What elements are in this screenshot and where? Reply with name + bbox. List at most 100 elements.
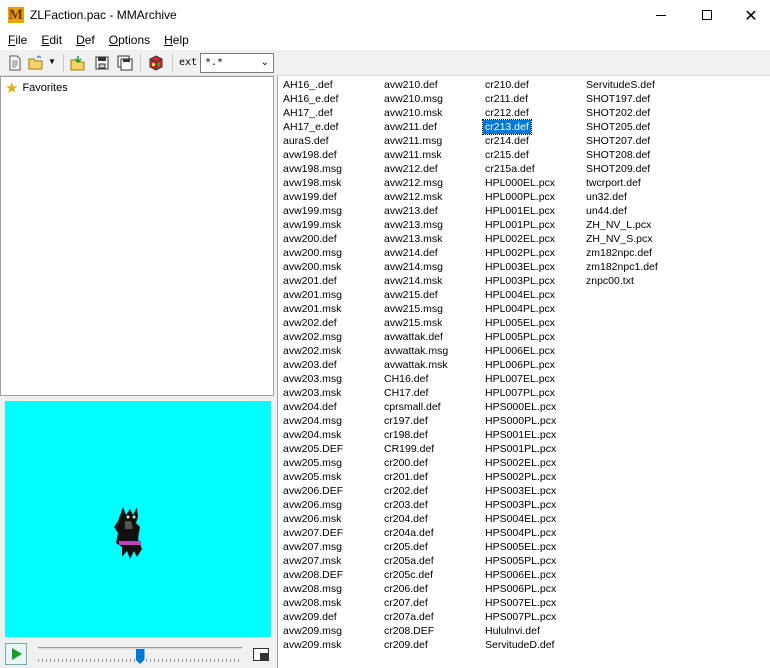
file-item[interactable]: avw211.msg <box>382 134 450 148</box>
play-button[interactable] <box>5 643 27 665</box>
file-item[interactable]: HPL001EL.pcx <box>483 204 558 218</box>
file-item[interactable]: avw199.msk <box>281 218 345 232</box>
file-item[interactable]: cr210.def <box>483 78 558 92</box>
file-item[interactable]: HPS001PL.pcx <box>483 442 558 456</box>
file-item[interactable]: HPS005PL.pcx <box>483 554 558 568</box>
file-item[interactable]: HPL004PL.pcx <box>483 302 558 316</box>
file-item[interactable]: HPS001EL.pcx <box>483 428 558 442</box>
file-item[interactable]: avw209.def <box>281 610 345 624</box>
file-item[interactable]: zm182npc1.def <box>584 260 660 274</box>
file-item[interactable]: cr202.def <box>382 484 450 498</box>
file-item[interactable]: HPL007PL.pcx <box>483 386 558 400</box>
favorites-node[interactable]: ★ Favorites <box>5 79 68 97</box>
file-item[interactable]: avw213.def <box>382 204 450 218</box>
file-item[interactable]: cr205c.def <box>382 568 450 582</box>
file-item[interactable]: HPS002EL.pcx <box>483 456 558 470</box>
file-item[interactable]: cr208.DEF <box>382 624 450 638</box>
file-item[interactable]: cr213.def <box>482 119 532 135</box>
file-item[interactable]: avw202.msg <box>281 330 345 344</box>
file-item[interactable]: avw215.msk <box>382 316 450 330</box>
file-item[interactable]: avw210.msg <box>382 92 450 106</box>
file-list[interactable]: AH16_.def AH16_e.def AH17_.def AH17_e.def au… <box>277 76 770 668</box>
file-item[interactable]: ZH_NV_S.pcx <box>584 232 660 246</box>
file-item[interactable]: HPS003PL.pcx <box>483 498 558 512</box>
file-item[interactable]: avw205.msg <box>281 456 345 470</box>
file-item[interactable]: AH17_e.def <box>281 120 345 134</box>
file-item[interactable]: Hululnvi.def <box>483 624 558 638</box>
file-item[interactable]: cr215a.def <box>483 162 558 176</box>
file-item[interactable]: HPS005EL.pcx <box>483 540 558 554</box>
file-item[interactable]: avw200.msg <box>281 246 345 260</box>
file-item[interactable]: cprsmall.def <box>382 400 450 414</box>
file-item[interactable]: avw212.msk <box>382 190 450 204</box>
file-item[interactable]: avw213.msg <box>382 218 450 232</box>
file-item[interactable]: ServitudeD.def <box>483 638 558 652</box>
file-item[interactable]: cr212.def <box>483 106 558 120</box>
file-item[interactable]: SHOT207.def <box>584 134 660 148</box>
menu-def[interactable]: Def <box>68 30 101 50</box>
file-item[interactable]: avw211.def <box>382 120 450 134</box>
file-item[interactable]: HPS000EL.pcx <box>483 400 558 414</box>
file-item[interactable]: HPL003EL.pcx <box>483 260 558 274</box>
save-all-icon[interactable] <box>117 55 133 71</box>
file-item[interactable]: un32.def <box>584 190 660 204</box>
file-item[interactable]: HPL006PL.pcx <box>483 358 558 372</box>
file-item[interactable]: HPL005PL.pcx <box>483 330 558 344</box>
file-item[interactable]: avw198.msk <box>281 176 345 190</box>
file-item[interactable]: avw209.msg <box>281 624 345 638</box>
menu-edit[interactable]: Edit <box>33 30 68 50</box>
file-item[interactable]: ZH_NV_L.pcx <box>584 218 660 232</box>
extract-icon[interactable] <box>70 55 86 71</box>
file-item[interactable]: cr201.def <box>382 470 450 484</box>
file-item[interactable]: HPL003PL.pcx <box>483 274 558 288</box>
close-button[interactable]: ✕ <box>728 0 770 30</box>
file-item[interactable]: avw201.def <box>281 274 345 288</box>
file-item[interactable]: AH16_e.def <box>281 92 345 106</box>
file-item[interactable]: avw206.msg <box>281 498 345 512</box>
file-item[interactable]: un44.def <box>584 204 660 218</box>
file-item[interactable]: HPL001PL.pcx <box>483 218 558 232</box>
file-item[interactable]: zm182npc.def <box>584 246 660 260</box>
file-item[interactable]: avw213.msk <box>382 232 450 246</box>
file-item[interactable]: avw214.def <box>382 246 450 260</box>
file-item[interactable]: avw203.msg <box>281 372 345 386</box>
file-item[interactable]: cr204a.def <box>382 526 450 540</box>
file-item[interactable]: avw205.msk <box>281 470 345 484</box>
fit-view-icon[interactable] <box>253 648 269 661</box>
file-item[interactable]: SHOT197.def <box>584 92 660 106</box>
file-item[interactable]: avw199.msg <box>281 204 345 218</box>
chevron-down-icon[interactable]: ▼ <box>48 57 56 66</box>
file-item[interactable]: avw201.msg <box>281 288 345 302</box>
file-item[interactable]: HPL000EL.pcx <box>483 176 558 190</box>
file-item[interactable]: cr214.def <box>483 134 558 148</box>
file-item[interactable]: avw210.def <box>382 78 450 92</box>
file-item[interactable]: avw203.msk <box>281 386 345 400</box>
file-item[interactable]: SHOT208.def <box>584 148 660 162</box>
file-item[interactable]: avw212.msg <box>382 176 450 190</box>
file-item[interactable]: HPS000PL.pcx <box>483 414 558 428</box>
file-item[interactable]: avw202.def <box>281 316 345 330</box>
file-item[interactable]: HPS007EL.pcx <box>483 596 558 610</box>
file-item[interactable]: cr200.def <box>382 456 450 470</box>
file-item[interactable]: avw205.DEF <box>281 442 345 456</box>
file-item[interactable]: HPS004EL.pcx <box>483 512 558 526</box>
file-item[interactable]: avw215.msg <box>382 302 450 316</box>
file-item[interactable]: SHOT205.def <box>584 120 660 134</box>
file-item[interactable]: avw209.msk <box>281 638 345 652</box>
file-item[interactable]: HPS006EL.pcx <box>483 568 558 582</box>
file-item[interactable]: cr215.def <box>483 148 558 162</box>
file-item[interactable]: cr206.def <box>382 582 450 596</box>
folder-tree[interactable]: ★ Favorites <box>0 76 274 396</box>
file-item[interactable]: cr207.def <box>382 596 450 610</box>
file-item[interactable]: cr205.def <box>382 540 450 554</box>
file-item[interactable]: avw212.def <box>382 162 450 176</box>
file-item[interactable]: HPL005EL.pcx <box>483 316 558 330</box>
file-item[interactable]: AH16_.def <box>281 78 345 92</box>
file-item[interactable]: cr207a.def <box>382 610 450 624</box>
file-item[interactable]: avw210.msk <box>382 106 450 120</box>
file-item[interactable]: HPL006EL.pcx <box>483 344 558 358</box>
file-item[interactable]: HPL002PL.pcx <box>483 246 558 260</box>
file-item[interactable]: cr204.def <box>382 512 450 526</box>
file-item[interactable]: cr211.def <box>483 92 558 106</box>
file-item[interactable]: avw214.msg <box>382 260 450 274</box>
